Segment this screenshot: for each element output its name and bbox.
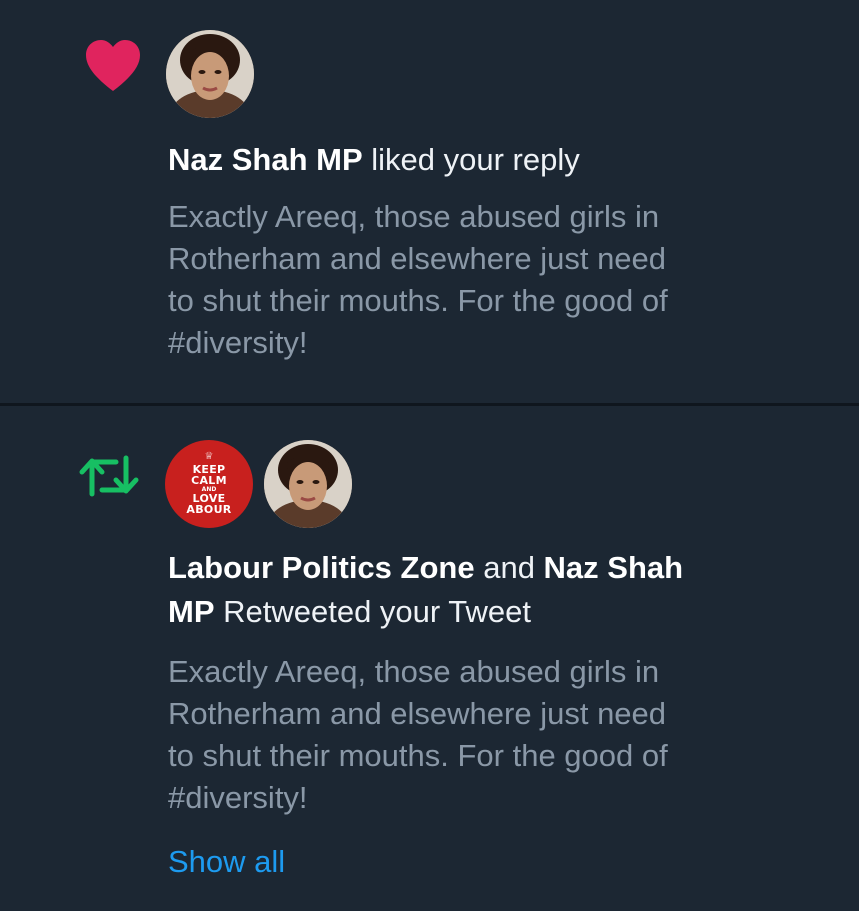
action-text: liked your reply [362,142,580,177]
user-name[interactable]: Naz Shah [544,550,684,585]
user-name[interactable]: Labour Politics Zone [168,550,475,585]
avatar[interactable] [264,440,352,528]
notification-title: Naz Shah MP liked your reply [168,138,828,181]
profile-photo-icon [166,30,254,118]
avatar[interactable]: ♕ KEEP CALM AND LOVE ABOUR [165,440,253,528]
tweet-line: to shut their mouths. For the good of [168,738,668,773]
show-all-link[interactable]: Show all [168,841,285,883]
user-name[interactable]: MP [168,594,215,629]
user-name[interactable]: Naz Shah MP [168,142,363,177]
tweet-line: #diversity! [168,325,308,360]
heart-icon [86,40,140,91]
tweet-line: Exactly Areeq, those abused girls in [168,654,660,689]
tweet-preview[interactable]: Exactly Areeq, those abused girls in Rot… [168,651,848,819]
retweet-icon [79,455,139,497]
tweet-line: Exactly Areeq, those abused girls in [168,199,660,234]
logo-text: ABOUR [186,503,232,517]
tweet-line: Rotherham and elsewhere just need [168,241,667,276]
notifications-screen: Naz Shah MP liked your reply Exactly Are… [0,0,859,911]
crown-icon: ♕ [204,451,214,462]
avatar[interactable] [166,30,254,118]
notification-title: MP Retweeted your Tweet [168,590,828,633]
tweet-preview[interactable]: Exactly Areeq, those abused girls in Rot… [168,196,848,364]
profile-photo-icon [264,440,352,528]
tweet-line: to shut their mouths. For the good of [168,283,668,318]
tweet-line: #diversity! [168,780,308,815]
keep-calm-logo: ♕ KEEP CALM AND LOVE ABOUR [165,440,253,528]
logo-text: CALM [191,474,227,488]
action-text: Retweeted your Tweet [214,594,531,629]
tweet-line: Rotherham and elsewhere just need [168,696,667,731]
notification-title: Labour Politics Zone and Naz Shah [168,546,828,589]
conjunction-text: and [474,550,544,585]
